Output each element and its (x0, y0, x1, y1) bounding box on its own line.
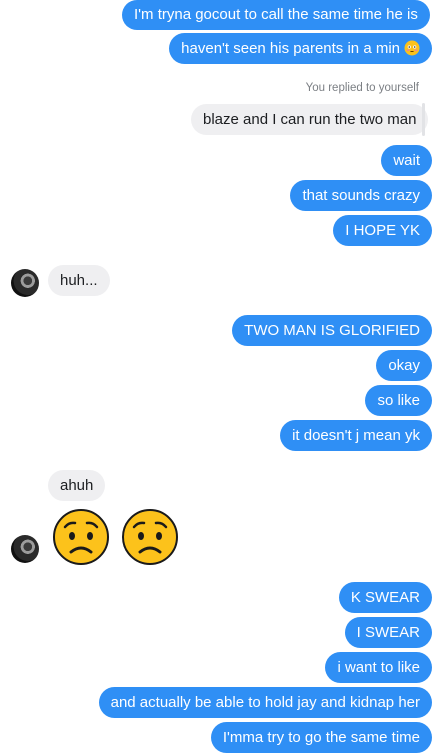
message-outgoing[interactable]: it doesn't j mean yk (280, 420, 432, 451)
message-text: so like (377, 392, 420, 409)
message-text: I'mma try to go the same time (222, 729, 420, 746)
reply-context-label: You replied to yourself (305, 82, 419, 94)
message-outgoing[interactable]: I'mma try to go the same time (210, 722, 432, 753)
message-text: it doesn't j mean yk (292, 427, 420, 444)
message-outgoing[interactable]: so like (365, 385, 432, 416)
message-incoming[interactable]: ahuh (48, 470, 106, 501)
message-text: blaze and I can run the two man (203, 111, 417, 128)
message-text: ahuh (60, 477, 94, 494)
message-outgoing[interactable]: wait (381, 145, 432, 176)
message-text: that sounds crazy (302, 187, 420, 204)
worried-face-icon[interactable] (122, 509, 178, 565)
message-outgoing[interactable]: okay (376, 350, 432, 381)
message-outgoing[interactable]: I'm tryna gocout to call the same time h… (122, 0, 430, 30)
message-text: haven't seen his parents in a min (181, 40, 400, 57)
message-text: wait (393, 152, 420, 169)
message-text: I SWEAR (356, 624, 420, 641)
message-text: K SWEAR (350, 589, 420, 606)
message-incoming[interactable]: huh... (48, 265, 110, 296)
avatar[interactable] (11, 269, 39, 297)
message-text: and actually be able to hold jay and kid… (110, 694, 420, 711)
message-outgoing[interactable]: I HOPE YK (333, 215, 432, 246)
message-outgoing[interactable]: K SWEAR (338, 582, 432, 613)
message-text: i want to like (337, 659, 420, 676)
reply-indicator-bar (422, 103, 425, 136)
message-text: okay (388, 357, 420, 374)
message-text: I'm tryna gocout to call the same time h… (134, 6, 418, 23)
avatar[interactable] (11, 535, 39, 563)
message-text: huh... (60, 272, 98, 289)
message-outgoing[interactable]: and actually be able to hold jay and kid… (98, 687, 432, 718)
message-outgoing[interactable]: i want to like (325, 652, 432, 683)
message-text: I HOPE YK (345, 222, 420, 239)
message-outgoing[interactable]: I SWEAR (344, 617, 432, 648)
message-outgoing[interactable]: TWO MAN IS GLORIFIED (232, 315, 432, 346)
worried-face-icon[interactable] (53, 509, 109, 565)
flushed-face-icon (404, 40, 420, 56)
message-replied-quote[interactable]: blaze and I can run the two man (191, 104, 429, 135)
message-outgoing[interactable]: that sounds crazy (290, 180, 432, 211)
message-outgoing[interactable]: haven't seen his parents in a min (169, 33, 432, 64)
message-text: TWO MAN IS GLORIFIED (244, 322, 420, 339)
